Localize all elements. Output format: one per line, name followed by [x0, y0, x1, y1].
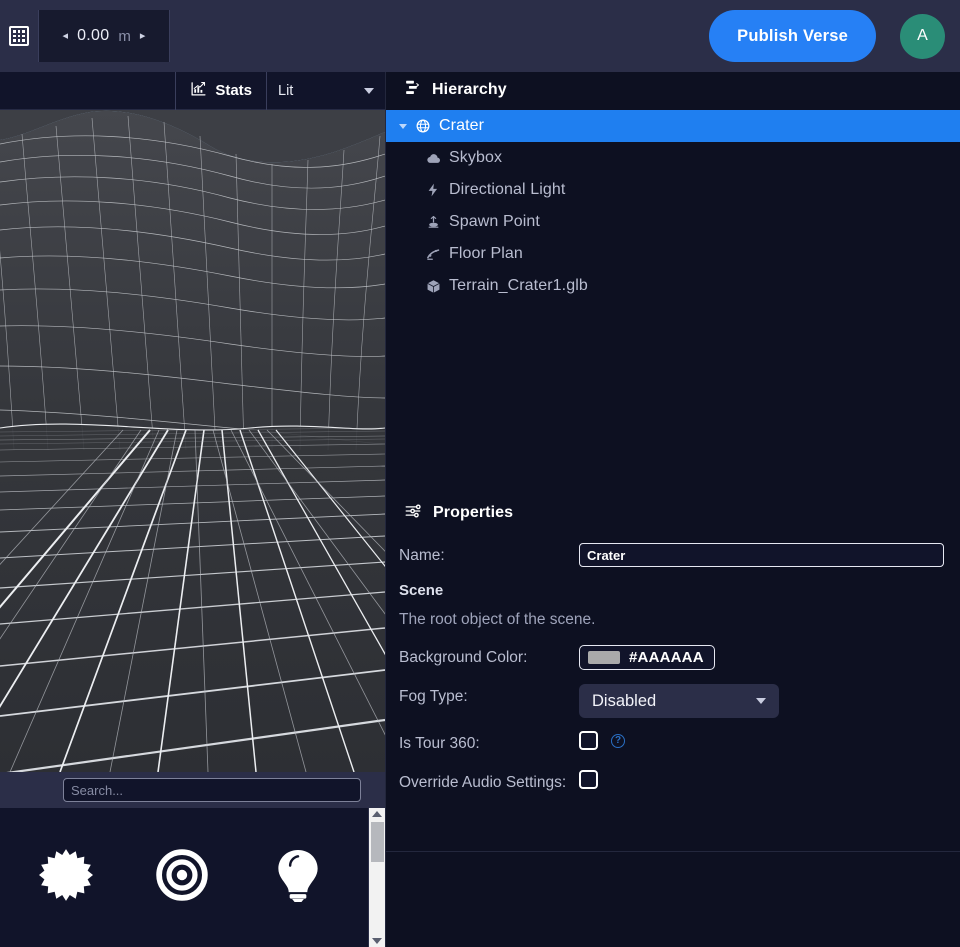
properties-header: Properties	[386, 495, 960, 531]
grid-snap-toggle-button[interactable]	[0, 10, 38, 62]
fog-type-field-wrap: Disabled	[579, 684, 960, 718]
override-audio-checkbox[interactable]	[579, 770, 598, 789]
is-tour-360-label: Is Tour 360:	[399, 735, 480, 752]
user-avatar[interactable]: A	[900, 13, 945, 59]
tree-node-crater[interactable]: Crater	[386, 110, 960, 142]
scrollbar-thumb[interactable]	[371, 822, 384, 862]
hierarchy-header: Hierarchy	[386, 72, 960, 108]
properties-title: Properties	[433, 504, 514, 521]
publish-verse-button[interactable]: Publish Verse	[709, 10, 876, 62]
tree-node-label: Crater	[439, 117, 485, 134]
snap-increment-arrow[interactable]: ▸	[140, 30, 146, 42]
tree-node-directional-light[interactable]: Directional Light	[386, 174, 960, 206]
tree-node-skybox[interactable]: Skybox	[386, 142, 960, 174]
verse-editor-window: ◂ 0.00 m ▸ Publish Verse A Stats Lit Sea…	[0, 0, 960, 947]
asset-browser-panel	[0, 808, 385, 947]
background-color-label: Background Color:	[399, 649, 528, 666]
color-hex-value: #AAAAAA	[629, 649, 704, 666]
stats-button[interactable]: Stats	[175, 71, 267, 110]
color-swatch	[588, 651, 620, 664]
snap-decrement-arrow[interactable]: ◂	[63, 30, 69, 42]
is-tour-360-checkbox[interactable]	[579, 731, 598, 750]
asset-item-lightbulb[interactable]	[240, 823, 356, 933]
name-input[interactable]	[579, 543, 944, 567]
scroll-down-arrow-icon[interactable]	[372, 938, 382, 944]
floor-plan-icon	[422, 247, 444, 262]
snap-value: 0.00	[77, 27, 110, 44]
tree-node-label: Spawn Point	[449, 213, 540, 230]
scene-section-description: The root object of the scene.	[399, 611, 596, 628]
properties-bottom-divider	[386, 851, 960, 852]
scene-section-title: Scene	[399, 582, 444, 599]
help-icon[interactable]: ?	[611, 733, 625, 748]
property-row-override-audio: Override Audio Settings:	[394, 770, 960, 796]
chevron-down-icon	[756, 698, 766, 704]
bullseye-icon	[156, 849, 208, 906]
top-toolbar: ◂ 0.00 m ▸ Publish Verse A	[0, 0, 960, 72]
property-row-is-tour-360: Is Tour 360: ?	[394, 731, 960, 757]
fog-type-label: Fog Type:	[399, 688, 468, 705]
starburst-icon	[39, 848, 93, 907]
scroll-up-arrow-icon[interactable]	[372, 811, 382, 817]
globe-icon	[412, 119, 434, 133]
asset-item-bullseye[interactable]	[124, 823, 240, 933]
chart-up-icon	[190, 80, 207, 102]
tree-node-terrain-glb[interactable]: Terrain_Crater1.glb	[386, 270, 960, 302]
override-audio-field-wrap	[579, 770, 960, 789]
spawn-point-icon	[422, 215, 444, 230]
property-row-name: Name:	[394, 543, 960, 569]
chevron-down-icon	[399, 123, 407, 129]
grid-icon	[9, 26, 29, 46]
tree-node-label: Floor Plan	[449, 245, 523, 262]
tree-node-spawn-point[interactable]: Spawn Point	[386, 206, 960, 238]
sliders-icon	[404, 502, 422, 525]
fog-type-value: Disabled	[592, 691, 657, 710]
expand-collapse-toggle[interactable]	[394, 123, 412, 129]
chevron-down-icon	[364, 87, 374, 94]
asset-search-bar	[0, 772, 385, 808]
shading-mode-select[interactable]: Lit	[267, 72, 385, 110]
stats-label: Stats	[215, 82, 252, 99]
right-inspector-panel: Hierarchy Crater Skybox Directional Ligh…	[385, 72, 960, 947]
tree-icon	[404, 79, 421, 101]
shading-mode-value: Lit	[278, 82, 294, 99]
tree-node-label: Directional Light	[449, 181, 566, 198]
hierarchy-tree: Crater Skybox Directional Light Spawn Po…	[386, 108, 960, 302]
is-tour-360-field-wrap: ?	[579, 731, 960, 750]
lightning-icon	[422, 183, 444, 197]
background-color-picker[interactable]: #AAAAAA	[579, 645, 715, 670]
name-label: Name:	[399, 547, 445, 564]
terrain-wireframe	[0, 110, 385, 772]
hierarchy-title: Hierarchy	[432, 81, 507, 98]
snap-unit: m	[118, 27, 131, 45]
tree-node-label: Terrain_Crater1.glb	[449, 277, 588, 294]
property-row-background-color: Background Color: #AAAAAA	[394, 645, 960, 671]
asset-search-input[interactable]	[63, 778, 361, 802]
tree-node-floor-plan[interactable]: Floor Plan	[386, 238, 960, 270]
property-row-fog-type: Fog Type: Disabled	[394, 684, 960, 718]
scene-viewport[interactable]	[0, 110, 385, 772]
viewport-toolbar: Stats Lit	[0, 71, 385, 110]
asset-item-starburst[interactable]	[8, 823, 124, 933]
snap-increment-stepper[interactable]: ◂ 0.00 m ▸	[38, 10, 170, 62]
background-color-field-wrap: #AAAAAA	[579, 645, 960, 670]
lightbulb-icon	[273, 848, 323, 907]
cloud-icon	[422, 151, 444, 166]
name-field-wrap	[579, 543, 960, 567]
fog-type-select[interactable]: Disabled	[579, 684, 779, 718]
cube-icon	[422, 279, 444, 294]
properties-body: Name: Scene The root object of the scene…	[386, 531, 960, 796]
tree-node-label: Skybox	[449, 149, 503, 166]
asset-panel-scrollbar[interactable]	[368, 808, 385, 947]
asset-grid	[0, 808, 368, 947]
override-audio-label: Override Audio Settings:	[399, 774, 567, 791]
